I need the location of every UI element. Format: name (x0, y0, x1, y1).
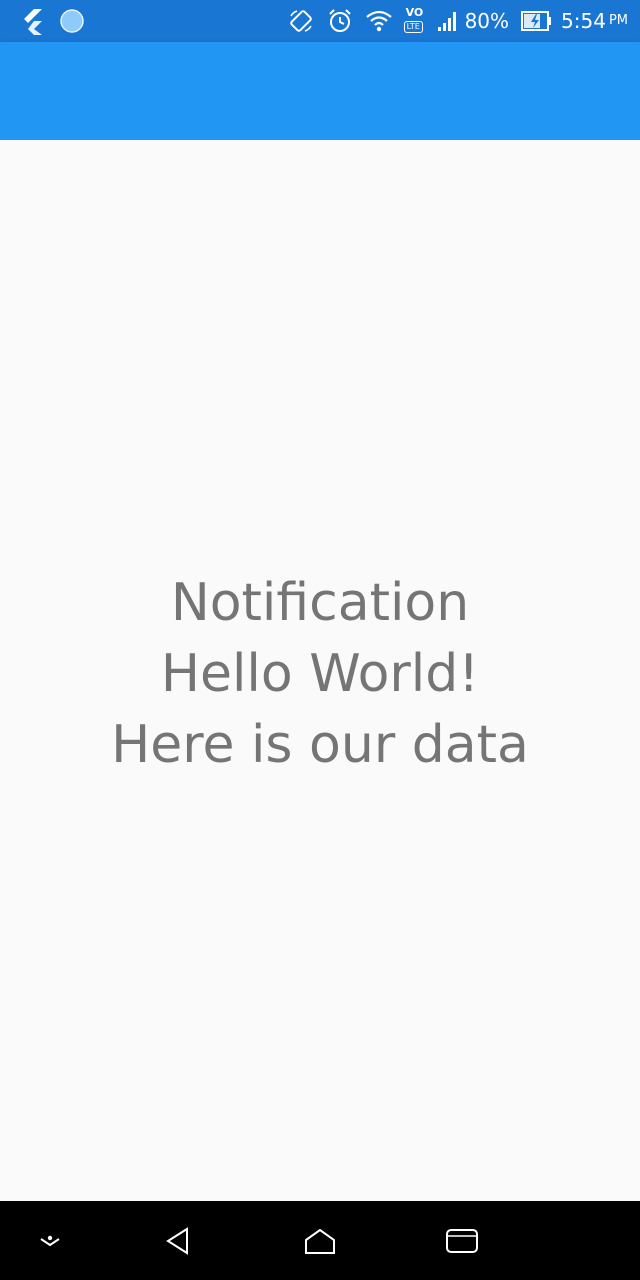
lte-label: LTE (403, 21, 423, 33)
volte-label: VO (405, 6, 424, 19)
message-line-title: Notification (170, 573, 470, 633)
app-bar (0, 42, 640, 140)
flutter-icon (20, 7, 44, 35)
message-line-greeting: Hello World! (160, 644, 480, 704)
main-content: Notification Hello World! Here is our da… (0, 140, 640, 1201)
battery-charging-icon (521, 9, 553, 33)
clock-time: 5:54 (561, 9, 606, 33)
volte-icon: VO LTE (403, 7, 429, 35)
circle-app-icon (60, 9, 84, 33)
wifi-icon (365, 7, 393, 35)
home-icon[interactable] (300, 1221, 340, 1261)
signal-icon (437, 7, 459, 35)
message-block: Notification Hello World! Here is our da… (0, 568, 640, 781)
alarm-icon (327, 7, 353, 35)
expand-down-icon[interactable] (30, 1221, 70, 1261)
navigation-bar (0, 1201, 640, 1280)
rotate-icon (287, 7, 315, 35)
battery-percent: 80% (464, 9, 510, 33)
message-line-data: Here is our data (111, 715, 529, 775)
recents-icon[interactable] (442, 1221, 482, 1261)
clock-ampm: PM (608, 13, 628, 28)
status-bar: VO LTE 80% 5:54 PM (0, 0, 640, 42)
back-icon[interactable] (158, 1221, 198, 1261)
